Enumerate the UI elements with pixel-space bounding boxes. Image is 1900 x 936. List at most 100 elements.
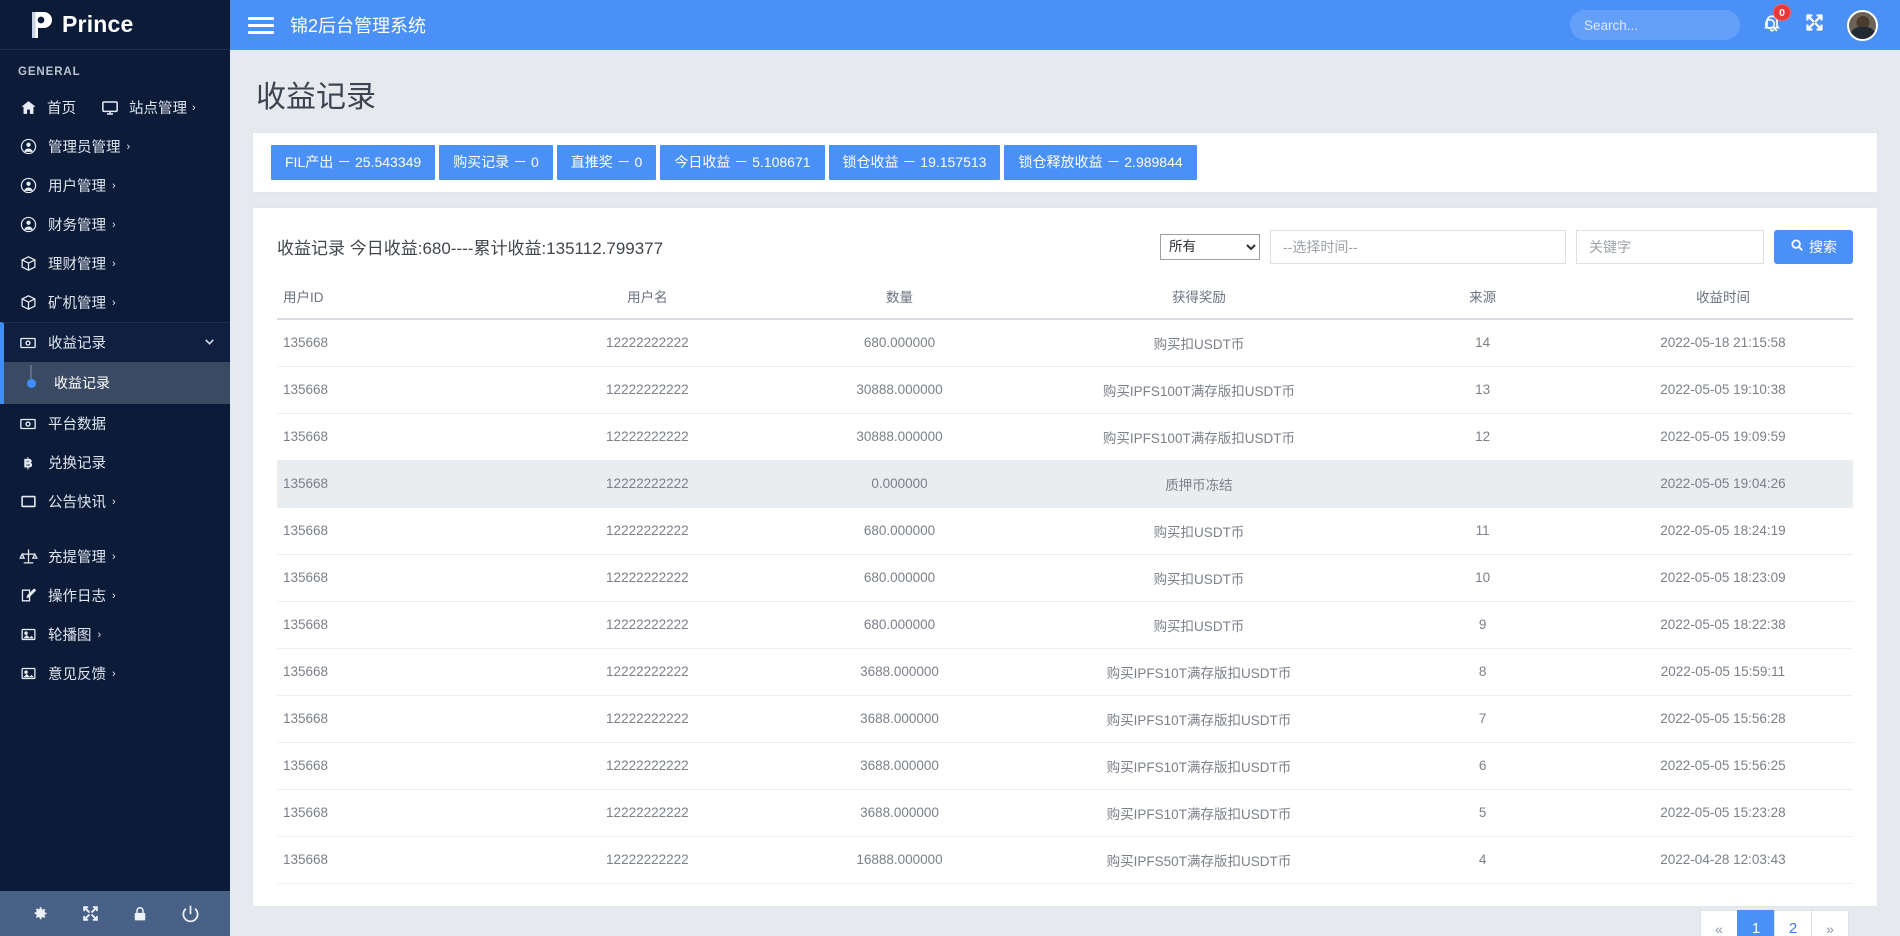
table-row[interactable]: 1356681222222222216888.000000购买IPFS50T满存… xyxy=(277,836,1853,883)
filter-controls: 所有 搜索 xyxy=(1160,230,1853,264)
cell-reward: 购买IPFS10T满存版扣USDT币 xyxy=(1026,695,1373,742)
table-row[interactable]: 1356681222222222230888.000000购买IPFS100T满… xyxy=(277,413,1853,460)
sidebar-item-miner[interactable]: 矿机管理 › xyxy=(0,283,230,322)
sidebar-item-operation-log[interactable]: 操作日志 › xyxy=(0,576,230,615)
cell-time: 2022-05-05 18:24:19 xyxy=(1593,507,1853,554)
records-panel: 收益记录 今日收益:680----累计收益:135112.799377 所有 搜… xyxy=(252,207,1878,907)
notifications-button[interactable]: 0 xyxy=(1762,12,1782,38)
topbar-search[interactable] xyxy=(1570,10,1740,40)
cell-amount: 3688.000000 xyxy=(773,742,1025,789)
cell-amount: 30888.000000 xyxy=(773,413,1025,460)
table-row[interactable]: 13566812222222222680.000000购买扣USDT币11202… xyxy=(277,507,1853,554)
sidebar-item-admin[interactable]: 管理员管理 › xyxy=(0,127,230,166)
sidebar-item-wealth[interactable]: 理财管理 › xyxy=(0,244,230,283)
power-icon[interactable] xyxy=(181,904,200,923)
cell-amount: 680.000000 xyxy=(773,319,1025,367)
avatar[interactable] xyxy=(1847,10,1878,41)
cell-amount: 680.000000 xyxy=(773,554,1025,601)
stat-today-income[interactable]: 今日收益 － 5.108671 xyxy=(660,145,824,180)
cell-user-id: 135668 xyxy=(277,413,521,460)
table-row[interactable]: 135668122222222223688.000000购买IPFS10T满存版… xyxy=(277,789,1853,836)
sidebar-item-home-label: 首页 xyxy=(47,97,76,118)
sidebar-item-exchange-records-label: 兑换记录 xyxy=(48,452,106,473)
cell-reward: 购买IPFS50T满存版扣USDT币 xyxy=(1026,836,1373,883)
cell-time: 2022-05-05 18:22:38 xyxy=(1593,601,1853,648)
filter-row: 收益记录 今日收益:680----累计收益:135112.799377 所有 搜… xyxy=(253,208,1877,276)
main-area: 锦2后台管理系统 0 xyxy=(230,0,1900,936)
table-row[interactable]: 1356681222222222230888.000000购买IPFS100T满… xyxy=(277,366,1853,413)
sidebar-item-carousel[interactable]: 轮播图 › xyxy=(0,615,230,654)
image-icon xyxy=(18,625,38,645)
stat-purchase-records[interactable]: 购买记录 － 0 xyxy=(439,145,553,180)
sidebar-item-admin-label: 管理员管理 xyxy=(48,136,121,157)
monitor-icon xyxy=(100,98,120,118)
sidebar-item-user[interactable]: 用户管理 › xyxy=(0,166,230,205)
stat-fil-output[interactable]: FIL产出 － 25.543349 xyxy=(271,145,435,180)
sidebar-item-deposit-withdraw-label: 充提管理 xyxy=(48,546,106,567)
sidebar-item-income-records[interactable]: 收益记录 xyxy=(0,322,230,362)
sidebar-subitem-income-records-label: 收益记录 xyxy=(54,373,110,393)
sidebar-row-home-site: 首页 站点管理 › xyxy=(0,88,230,127)
sidebar-item-announcements[interactable]: 公告快讯 › xyxy=(0,482,230,521)
fullscreen-icon[interactable] xyxy=(1804,12,1825,38)
search-button[interactable]: 搜索 xyxy=(1774,230,1853,264)
table-row[interactable]: 13566812222222222680.000000购买扣USDT币14202… xyxy=(277,319,1853,367)
sidebar-item-exchange-records[interactable]: ฿ 兑换记录 xyxy=(0,443,230,482)
cell-amount: 3688.000000 xyxy=(773,695,1025,742)
cell-username: 12222222222 xyxy=(521,836,773,883)
sidebar-item-carousel-label: 轮播图 xyxy=(48,624,92,645)
table-row[interactable]: 135668122222222220.000000质押币冻结2022-05-05… xyxy=(277,460,1853,507)
cell-time: 2022-05-05 19:09:59 xyxy=(1593,413,1853,460)
page-title: 收益记录 xyxy=(230,50,1900,132)
cell-username: 12222222222 xyxy=(521,789,773,836)
cell-username: 12222222222 xyxy=(521,742,773,789)
p-logo-icon xyxy=(28,10,54,40)
sidebar-item-site[interactable]: 站点管理 › xyxy=(100,97,196,118)
keyword-input[interactable] xyxy=(1576,230,1764,264)
sidebar-item-finance[interactable]: 财务管理 › xyxy=(0,205,230,244)
sidebar-footer xyxy=(0,891,230,936)
lock-icon[interactable] xyxy=(131,905,149,923)
home-icon xyxy=(18,98,38,118)
chevron-right-icon: › xyxy=(112,551,116,563)
records-table-wrap: 用户ID 用户名 数量 获得奖励 来源 收益时间 135668122222222… xyxy=(253,276,1877,884)
page-content: 收益记录 FIL产出 － 25.543349 购买记录 － 0 直推奖 － 0 … xyxy=(230,50,1900,936)
cell-time: 2022-04-28 12:03:43 xyxy=(1593,836,1853,883)
sidebar-item-home[interactable]: 首页 xyxy=(18,97,76,118)
pagination-page-1[interactable]: 1 xyxy=(1737,910,1775,936)
stat-direct-bonus[interactable]: 直推奖 － 0 xyxy=(557,145,657,180)
cell-source: 8 xyxy=(1372,648,1593,695)
chevron-right-icon: › xyxy=(112,180,116,192)
chevron-right-icon: › xyxy=(192,102,196,114)
search-input[interactable] xyxy=(1582,17,1763,34)
type-select[interactable]: 所有 xyxy=(1160,234,1260,260)
date-range-input[interactable] xyxy=(1270,230,1566,264)
brand[interactable]: Prince xyxy=(0,0,230,50)
cell-user-id: 135668 xyxy=(277,648,521,695)
pagination-prev[interactable]: « xyxy=(1700,910,1738,936)
pagination-page-2[interactable]: 2 xyxy=(1774,910,1812,936)
col-reward: 获得奖励 xyxy=(1026,276,1373,319)
topbar-actions: 0 xyxy=(1570,10,1878,41)
gear-icon[interactable] xyxy=(30,904,49,923)
sidebar-item-feedback[interactable]: 意见反馈 › xyxy=(0,654,230,693)
table-row[interactable]: 135668122222222223688.000000购买IPFS10T满存版… xyxy=(277,648,1853,695)
hamburger-icon[interactable] xyxy=(248,17,274,34)
cell-source xyxy=(1372,460,1593,507)
sidebar-item-platform-data[interactable]: 平台数据 xyxy=(0,404,230,443)
sidebar-subitem-income-records[interactable]: 收益记录 xyxy=(0,362,230,404)
table-row[interactable]: 135668122222222223688.000000购买IPFS10T满存版… xyxy=(277,695,1853,742)
cell-time: 2022-05-05 18:23:09 xyxy=(1593,554,1853,601)
cell-user-id: 135668 xyxy=(277,836,521,883)
cell-source: 11 xyxy=(1372,507,1593,554)
search-icon xyxy=(1790,238,1804,255)
stat-lock-release[interactable]: 锁仓释放收益 － 2.989844 xyxy=(1004,145,1196,180)
sidebar-spacer xyxy=(0,521,230,537)
expand-icon[interactable] xyxy=(81,904,100,923)
stat-lock-income[interactable]: 锁仓收益 － 19.157513 xyxy=(829,145,1001,180)
sidebar-item-deposit-withdraw[interactable]: 充提管理 › xyxy=(0,537,230,576)
table-row[interactable]: 135668122222222223688.000000购买IPFS10T满存版… xyxy=(277,742,1853,789)
table-row[interactable]: 13566812222222222680.000000购买扣USDT币10202… xyxy=(277,554,1853,601)
table-row[interactable]: 13566812222222222680.000000购买扣USDT币92022… xyxy=(277,601,1853,648)
pagination-next[interactable]: » xyxy=(1811,910,1849,936)
